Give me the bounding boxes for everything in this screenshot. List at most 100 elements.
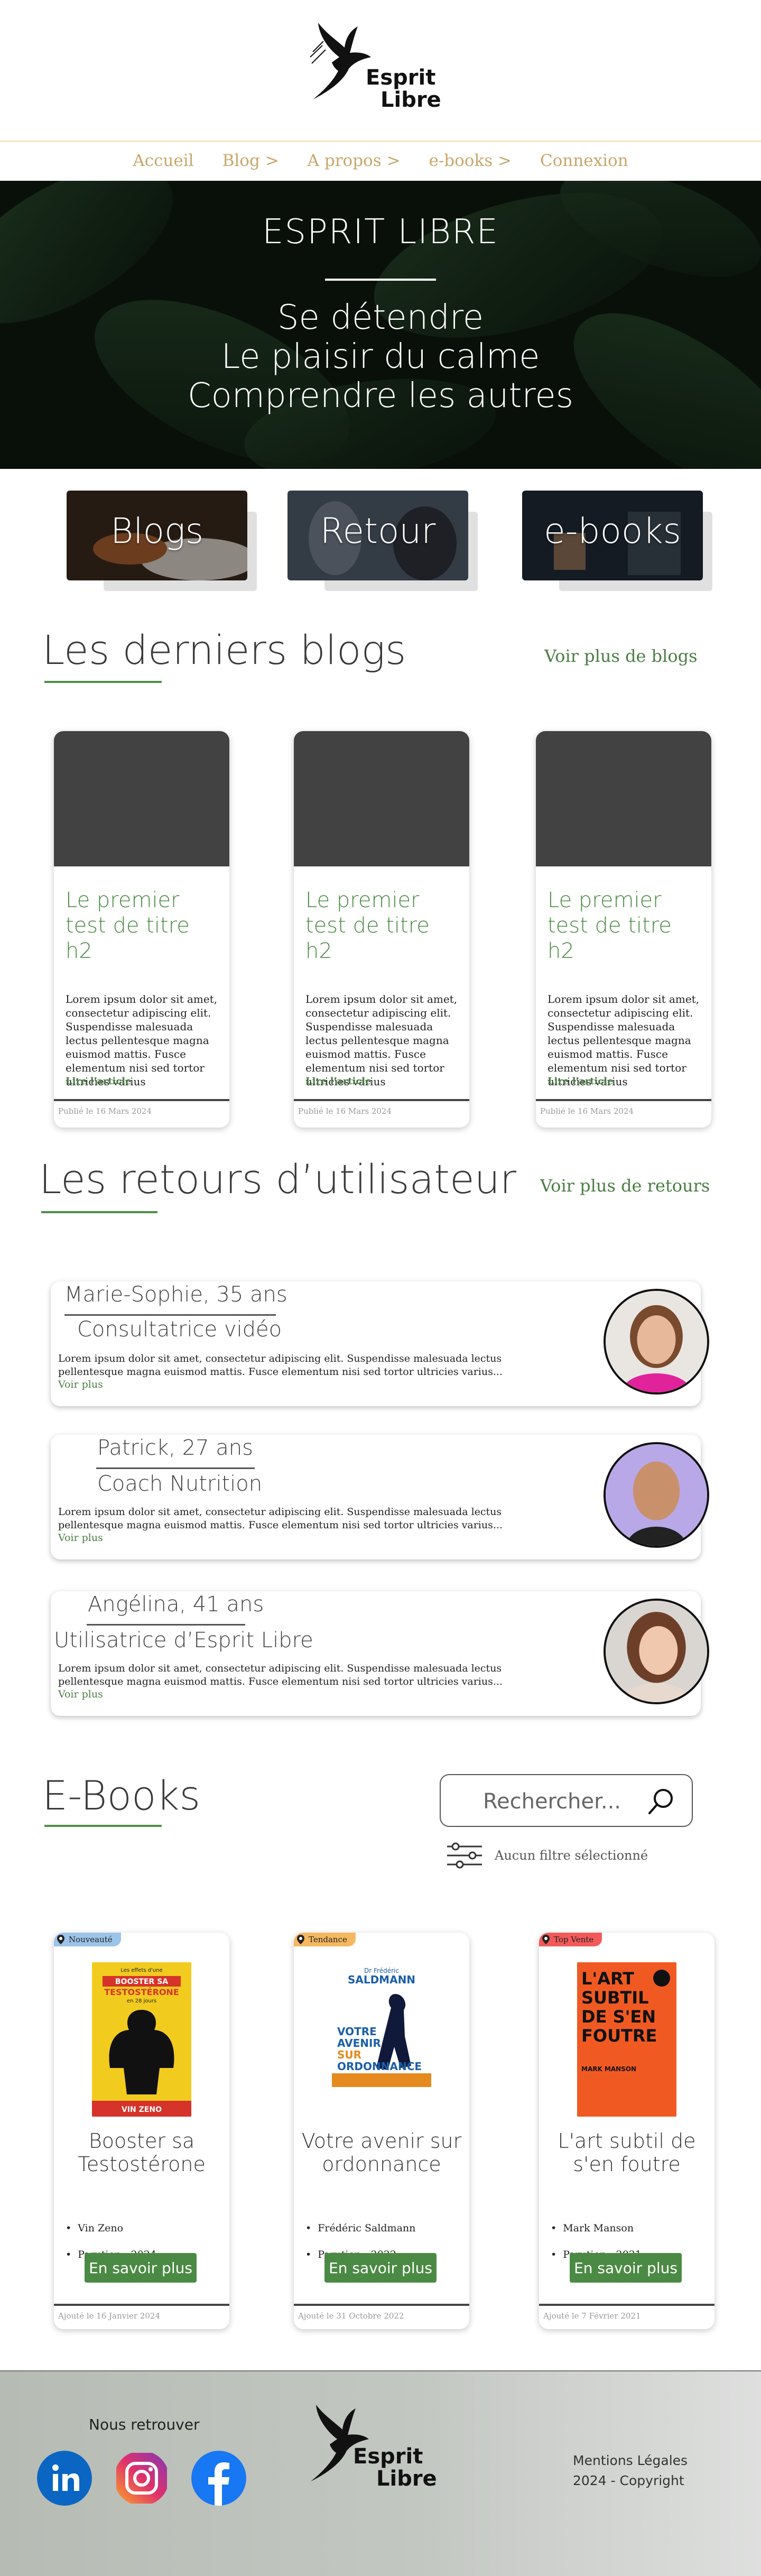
nav-ebooks[interactable]: e-books > — [429, 151, 512, 170]
avatar — [604, 1289, 709, 1395]
ebook-card[interactable]: Nouveauté Les effets d'une BOOSTER SA TE… — [54, 1933, 229, 2329]
svg-text:SALDMANN: SALDMANN — [348, 1973, 415, 1986]
ebook-card[interactable]: Top Vente L'ART SUBTIL DE S'EN FOUTRE MA… — [539, 1933, 714, 2329]
blog-card-excerpt: Lorem ipsum dolor sit amet, consectetur … — [547, 993, 700, 1088]
avatar — [604, 1442, 709, 1548]
read-article-link[interactable]: Lire l'article — [547, 1076, 614, 1087]
book-cover-image: Les effets d'une BOOSTER SA TESTOSTÉRONE… — [92, 1962, 191, 2117]
learn-more-button[interactable]: En savoir plus — [85, 2253, 197, 2283]
site-logo[interactable]: Esprit Libre — [308, 20, 450, 115]
nav-a-propos[interactable]: A propos > — [308, 151, 401, 170]
svg-text:DE S'EN: DE S'EN — [581, 2007, 656, 2027]
review-text: Lorem ipsum dolor sit amet, consectetur … — [58, 1663, 503, 1687]
avatar — [604, 1599, 709, 1704]
tile-blogs[interactable]: Blogs — [67, 491, 257, 591]
tile-ebooks[interactable]: e-books — [522, 491, 712, 591]
ebooks-title-underline — [44, 1825, 162, 1827]
blog-card[interactable]: Le premier test de titre h2 Lorem ipsum … — [536, 731, 711, 1128]
nav-connexion[interactable]: Connexion — [540, 151, 628, 170]
more-reviews-link[interactable]: Voir plus de retours — [540, 1176, 710, 1196]
blog-card[interactable]: Le premier test de titre h2 Lorem ipsum … — [294, 731, 469, 1128]
follow-us-label: Nous retrouver — [89, 2416, 200, 2433]
copyright-text: 2024 - Copyright — [573, 2473, 684, 2488]
ebook-search-box[interactable] — [440, 1774, 693, 1827]
review-text: Lorem ipsum dolor sit amet, consectetur … — [58, 1353, 503, 1378]
blog-card-excerpt: Lorem ipsum dolor sit amet, consectetur … — [66, 993, 218, 1088]
learn-more-button[interactable]: En savoir plus — [570, 2253, 682, 2283]
svg-text:BOOSTER SA: BOOSTER SA — [115, 1978, 168, 1986]
ebook-author: Frédéric Saldmann — [305, 2222, 415, 2234]
more-blogs-link[interactable]: Voir plus de blogs — [544, 646, 698, 666]
main-nav: Accueil Blog > A propos > e-books > Conn… — [0, 142, 761, 180]
blog-card-excerpt: Lorem ipsum dolor sit amet, consectetur … — [305, 993, 458, 1088]
footer-logo[interactable]: Esprit Libre — [305, 2402, 448, 2508]
nav-accueil[interactable]: Accueil — [133, 151, 193, 170]
status-badge: Tendance — [294, 1933, 356, 1946]
blog-thumbnail — [54, 731, 229, 866]
svg-text:TESTOSTÉRONE: TESTOSTÉRONE — [104, 1987, 179, 1997]
linkedin-icon[interactable] — [37, 2451, 92, 2506]
ebook-date: Ajouté le 16 Janvier 2024 — [58, 2311, 161, 2321]
review-role: Consultatrice vidéo — [77, 1317, 282, 1342]
site-header: Esprit Libre — [0, 0, 761, 142]
blog-card-date: Publié le 16 Mars 2024 — [58, 1106, 152, 1116]
blog-thumbnail — [536, 731, 711, 866]
blog-card-date: Publié le 16 Mars 2024 — [298, 1106, 392, 1116]
blogs-title-underline — [44, 681, 162, 683]
book-cover-image: L'ART SUBTIL DE S'EN FOUTRE MARK MANSON — [577, 1962, 676, 2117]
blog-card[interactable]: Le premier test de titre h2 Lorem ipsum … — [54, 731, 229, 1128]
svg-text:en 28 jours: en 28 jours — [127, 1998, 156, 2004]
hero-banner: ESPRIT LIBRE Se détendre Le plaisir du c… — [0, 181, 761, 469]
review-more-link[interactable]: Voir plus — [58, 1688, 103, 1700]
ebook-title: Votre avenir sur ordonnance — [301, 2129, 462, 2176]
review-more-link[interactable]: Voir plus — [58, 1379, 103, 1390]
ebook-card[interactable]: Tendance Dr Frédéric SALDMANN VOTRE AVEN… — [294, 1933, 469, 2329]
review-card[interactable]: Marie-Sophie, 35 ans Consultatrice vidéo… — [51, 1281, 709, 1406]
ebook-date: Ajouté le 7 Février 2021 — [543, 2311, 641, 2321]
svg-text:AVENIR: AVENIR — [337, 2037, 381, 2049]
reviews-title-underline — [41, 1211, 157, 1213]
review-card[interactable]: Angélina, 41 ans Utilisatrice d’Esprit L… — [51, 1591, 709, 1716]
review-card[interactable]: Patrick, 27 ans Coach Nutrition Lorem ip… — [51, 1435, 709, 1559]
review-more-link[interactable]: Voir plus — [58, 1532, 103, 1544]
svg-text:FOUTRE: FOUTRE — [581, 2026, 657, 2046]
ebook-title: L'art subtil de s'en foutre — [558, 2129, 696, 2176]
status-badge: Top Vente — [539, 1933, 602, 1946]
blog-card-title: Le premier test de titre h2 — [66, 888, 190, 963]
review-role: Coach Nutrition — [97, 1472, 263, 1496]
status-badge: Nouveauté — [54, 1933, 121, 1946]
ebook-author: Mark Manson — [551, 2222, 642, 2234]
hero-tagline: Se détendre Le plaisir du calme Comprend… — [187, 298, 574, 416]
filter-bar[interactable]: Aucun filtre sélectionné — [445, 1842, 648, 1869]
instagram-icon[interactable] — [114, 2451, 169, 2506]
blogs-section-title: Les derniers blogs — [42, 626, 406, 673]
map-pin-icon — [297, 1935, 304, 1944]
map-pin-icon — [542, 1935, 550, 1944]
svg-text:SUR: SUR — [337, 2048, 361, 2061]
svg-text:VIN ZENO: VIN ZENO — [122, 2106, 162, 2114]
review-name: Angélina, 41 ans — [88, 1592, 264, 1617]
learn-more-button[interactable]: En savoir plus — [324, 2253, 437, 2283]
facebook-icon[interactable] — [191, 2451, 246, 2506]
hero-title: ESPRIT LIBRE — [262, 213, 499, 252]
legal-mentions-link[interactable]: Mentions Légales — [573, 2451, 688, 2471]
review-name: Patrick, 27 ans — [97, 1436, 253, 1460]
read-article-link[interactable]: Lire l'article — [66, 1076, 132, 1087]
site-footer: Nous retrouver Esprit Libre Mentions Lég… — [0, 2370, 761, 2576]
svg-text:MARK MANSON: MARK MANSON — [581, 2065, 636, 2073]
map-pin-icon — [57, 1935, 64, 1944]
svg-text:Les effets d'une: Les effets d'une — [120, 1968, 162, 1973]
filter-sliders-icon[interactable] — [445, 1842, 484, 1869]
read-article-link[interactable]: Lire l'article — [305, 1076, 372, 1087]
tile-retour[interactable]: Retour — [287, 491, 478, 591]
brand-name: Esprit Libre — [366, 66, 441, 112]
blog-card-date: Publié le 16 Mars 2024 — [540, 1106, 634, 1116]
nav-blog[interactable]: Blog > — [222, 151, 279, 170]
search-icon[interactable] — [646, 1787, 676, 1816]
ebook-title: Booster sa Testostérone — [78, 2129, 206, 2176]
book-cover-image: Dr Frédéric SALDMANN VOTRE AVENIR SUR OR… — [332, 1962, 431, 2117]
search-input[interactable] — [483, 1789, 642, 1814]
svg-text:L'ART: L'ART — [581, 1969, 634, 1989]
ebook-author: Vin Zeno — [66, 2222, 156, 2234]
ebooks-section-title: E-Books — [42, 1772, 201, 1819]
